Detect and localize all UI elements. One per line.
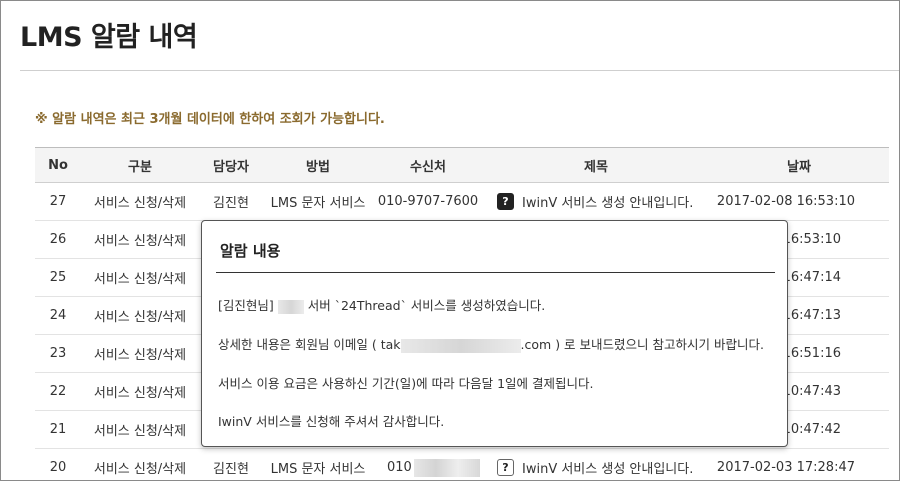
masked-name — [277, 299, 304, 314]
lms-alarm-page: LMS 알람 내역 ※ 알람 내역은 최근 3개월 데이터에 한하여 조회가 가… — [0, 0, 900, 481]
header-manager: 담당자 — [213, 159, 249, 175]
popup-line-1: [김진현님] 서버 `24Thread` 서비스를 생성하였습니다. — [218, 295, 545, 314]
row-no: 27 — [49, 194, 67, 209]
row-subject: ? IwinV 서비스 생성 안내입니다. — [483, 449, 709, 480]
title-divider — [20, 70, 899, 71]
header-subject: 제목 — [584, 159, 608, 175]
row-manager: 김진현 — [213, 462, 249, 477]
row-no: 24 — [49, 308, 67, 323]
masked-phone — [413, 458, 480, 477]
row-type: 서비스 신청/삭제 — [93, 234, 187, 249]
row-method: LMS 문자 서비스 — [270, 196, 366, 211]
row-no: 25 — [49, 270, 67, 285]
alarm-content-popup: 알람 내용 [김진현님] 서버 `24Thread` 서비스를 생성하였습니다.… — [201, 220, 788, 447]
row-date: 2017-02-03 17:28:47 — [716, 460, 855, 475]
popup-line-3: 서비스 이용 요금은 사용하신 기간(일)에 따라 다음달 1일에 결제됩니다. — [218, 376, 594, 391]
header-date: 날짜 — [787, 159, 811, 175]
row-no: 20 — [49, 460, 67, 475]
row-subject-text: IwinV 서비스 생성 안내입니다. — [522, 462, 694, 477]
notice-text: ※ 알람 내역은 최근 3개월 데이터에 한하여 조회가 가능합니다. — [35, 112, 385, 127]
header-no: No — [48, 157, 68, 173]
row-receiver: 010-9707-7600 — [377, 194, 479, 209]
page-title: LMS 알람 내역 — [20, 22, 198, 53]
row-type: 서비스 신청/삭제 — [93, 348, 187, 363]
row-no: 21 — [49, 422, 67, 437]
row-type: 서비스 신청/삭제 — [93, 310, 187, 325]
row-no: 23 — [49, 346, 67, 361]
row-type: 서비스 신청/삭제 — [93, 386, 187, 401]
header-method: 방법 — [306, 159, 330, 175]
table-row: 20 서비스 신청/삭제 김진현 LMS 문자 서비스 010 ? IwinV … — [35, 449, 889, 480]
popup-line-1a: [김진현님] — [218, 298, 274, 313]
help-icon[interactable]: ? — [497, 193, 514, 210]
popup-line-2b: .com ) 로 보내드렸으니 참고하시기 바랍니다. — [520, 337, 764, 352]
row-no: 22 — [49, 384, 67, 399]
row-subject: ? IwinV 서비스 생성 안내입니다. — [483, 183, 709, 220]
row-subject-text: IwinV 서비스 생성 안내입니다. — [522, 196, 694, 211]
row-date: 2017-02-08 16:53:10 — [716, 194, 855, 209]
masked-email — [400, 338, 521, 353]
row-type: 서비스 신청/삭제 — [93, 462, 187, 477]
popup-line-4: IwinV 서비스를 신청해 주셔서 감사합니다. — [218, 414, 445, 429]
popup-title: 알람 내용 — [220, 242, 281, 260]
row-no: 26 — [49, 232, 67, 247]
popup-divider — [216, 272, 775, 273]
table-header: No 구분 담당자 방법 수신처 제목 날짜 — [35, 147, 889, 183]
row-manager: 김진현 — [213, 196, 249, 211]
popup-line-2: 상세한 내용은 회원님 이메일 ( tak .com ) 로 보내드렸으니 참고하… — [218, 334, 764, 353]
row-receiver-text: 010 — [387, 460, 412, 475]
popup-line-1b: 서버 `24Thread` 서비스를 생성하였습니다. — [307, 298, 546, 313]
header-receiver: 수신처 — [410, 159, 446, 175]
table-row: 27 서비스 신청/삭제 김진현 LMS 문자 서비스 010-9707-760… — [35, 183, 889, 221]
row-type: 서비스 신청/삭제 — [93, 196, 187, 211]
popup-line-2a: 상세한 내용은 회원님 이메일 ( tak — [218, 337, 401, 352]
help-icon[interactable]: ? — [497, 459, 514, 476]
row-method: LMS 문자 서비스 — [270, 462, 366, 477]
row-type: 서비스 신청/삭제 — [93, 272, 187, 287]
header-type: 구분 — [128, 159, 152, 175]
row-receiver: 010 — [373, 449, 483, 480]
row-type: 서비스 신청/삭제 — [93, 424, 187, 439]
